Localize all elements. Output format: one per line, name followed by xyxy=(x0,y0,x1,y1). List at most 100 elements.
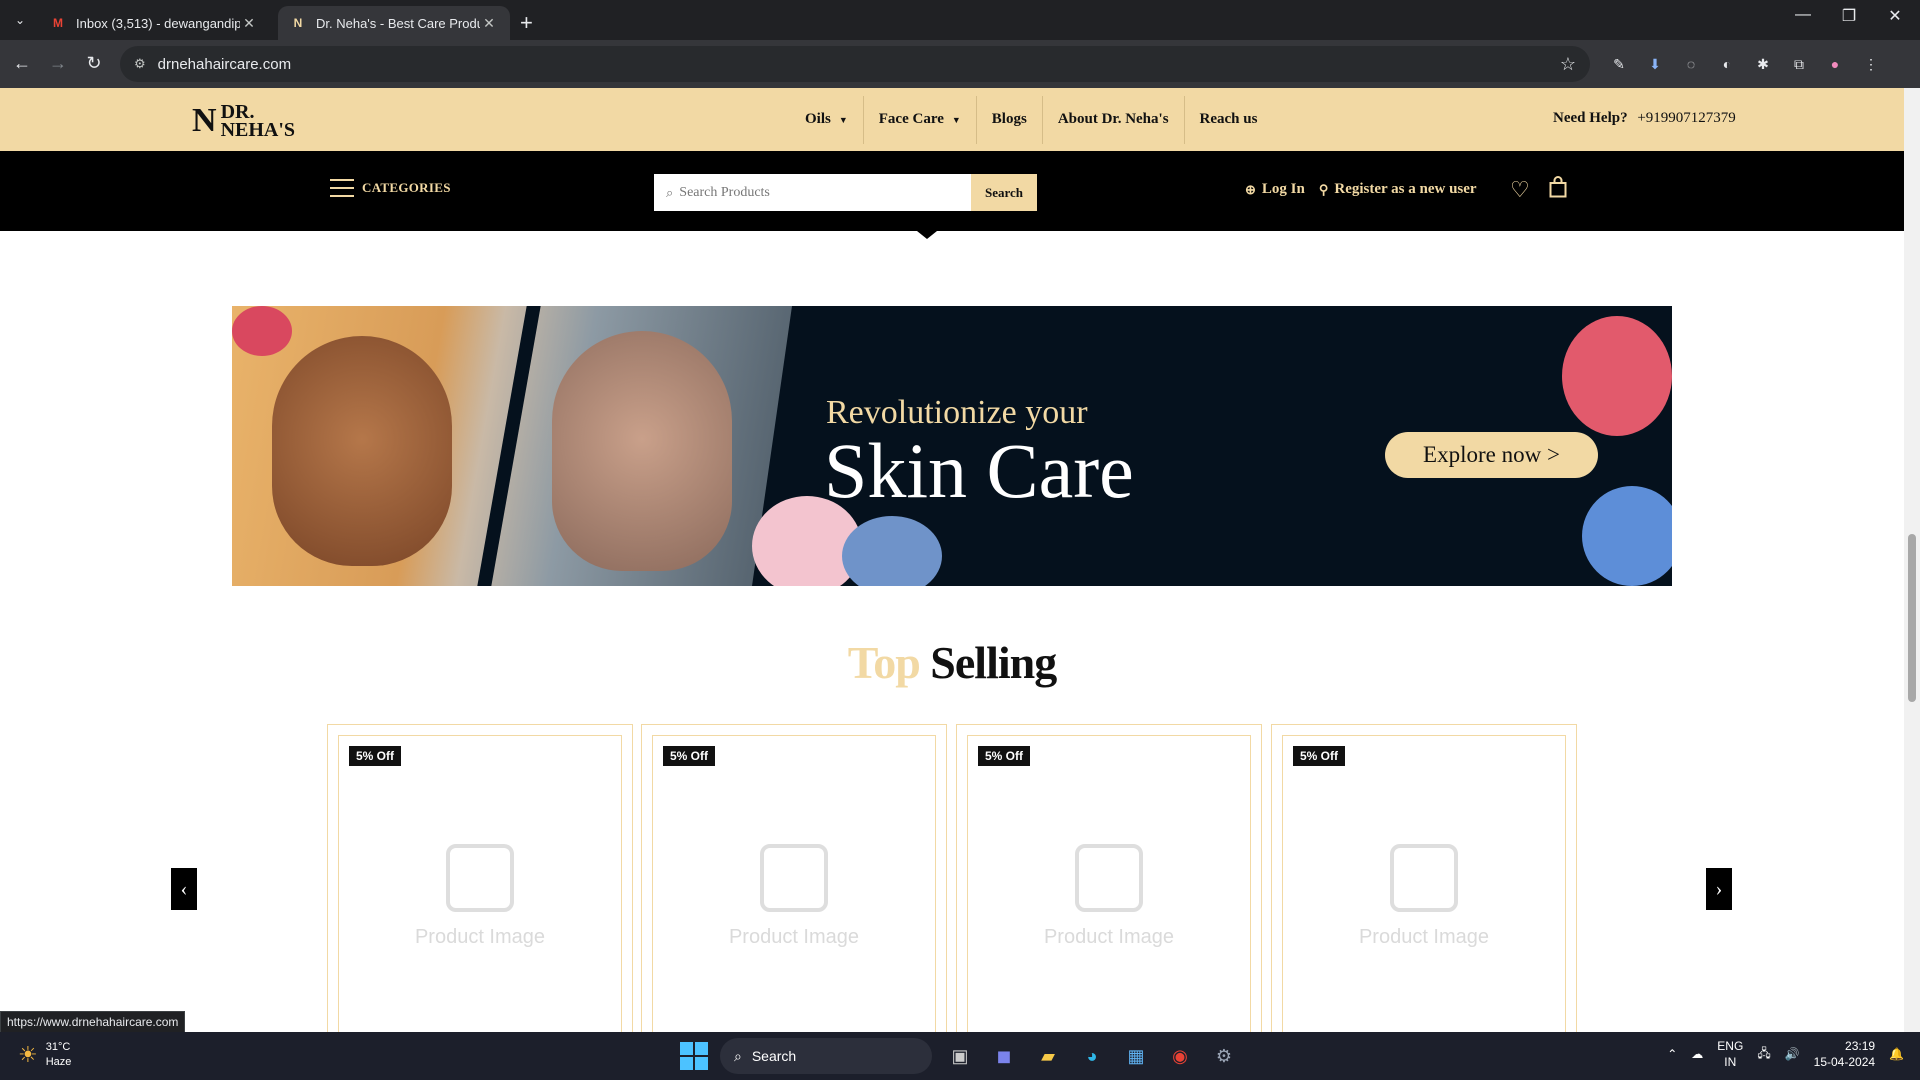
profile-avatar-icon[interactable]: ● xyxy=(1826,55,1844,73)
page-scrollbar[interactable] xyxy=(1904,88,1920,1032)
login-link[interactable]: Log In xyxy=(1262,181,1305,198)
volume-icon[interactable]: 🔊 xyxy=(1785,1047,1800,1061)
tray-overflow-icon[interactable]: ⌃ xyxy=(1667,1047,1677,1061)
menu-item-about[interactable]: About Dr. Neha's xyxy=(1043,95,1185,144)
forward-icon[interactable]: → xyxy=(46,53,70,74)
tab-search-dropdown-icon[interactable]: ⌄ xyxy=(8,8,32,32)
extensions-area: ✎ ⬇ ◌ ◐ ✱ ⧉ ● ⋮ xyxy=(1610,46,1880,82)
clock[interactable]: 23:19 15-04-2024 xyxy=(1814,1038,1875,1070)
menu-label: Blogs xyxy=(991,111,1027,127)
product-card[interactable]: 5% Off Product Image xyxy=(641,724,947,1032)
taskbar-search[interactable]: ⌕ Search xyxy=(720,1038,932,1074)
settings-icon[interactable]: ⚙ xyxy=(1208,1040,1240,1072)
edge-icon[interactable]: ◕ xyxy=(1076,1040,1108,1072)
weather-widget[interactable]: ☀ 31°C Haze xyxy=(18,1040,71,1070)
account-links: ⊕ Log In ⚲ Register as a new user xyxy=(1245,181,1477,198)
browser-tabbar: ⌄ M Inbox (3,513) - dewangandipen ✕ N Dr… xyxy=(0,0,1920,40)
menu-item-oils[interactable]: Oils ▼ xyxy=(790,95,864,144)
flower-decoration xyxy=(842,516,942,586)
reload-icon[interactable]: ↻ xyxy=(82,53,106,74)
search-button[interactable]: Search xyxy=(971,174,1037,211)
categories-button[interactable]: CATEGORIES xyxy=(330,179,451,197)
notification-bell-icon[interactable]: 🔔 xyxy=(1889,1047,1904,1061)
product-card[interactable]: 5% Off Product Image xyxy=(1271,724,1577,1032)
drneha-icon: N xyxy=(293,16,303,30)
teams-icon[interactable]: ◼ xyxy=(988,1040,1020,1072)
extension-icon[interactable]: ✱ xyxy=(1754,55,1772,73)
back-icon[interactable]: ← xyxy=(10,53,34,74)
product-image-placeholder: Product Image xyxy=(1283,844,1565,949)
network-icon[interactable]: 🖧 xyxy=(1757,1044,1770,1065)
taskbar-search-label: Search xyxy=(751,1048,797,1064)
menu-label: Reach us xyxy=(1199,111,1258,127)
extension-icon[interactable]: ◐ xyxy=(1718,55,1736,73)
onedrive-cloud-icon[interactable]: ☁ xyxy=(1691,1047,1703,1061)
task-view-icon[interactable]: ▣ xyxy=(944,1040,976,1072)
menu-label: Oils xyxy=(805,111,831,127)
window-close-icon[interactable]: ✕ xyxy=(1872,6,1918,26)
extension-icon[interactable]: ◌ xyxy=(1682,55,1700,73)
download-icon[interactable]: ⬇ xyxy=(1646,55,1664,73)
discount-badge: 5% Off xyxy=(1293,746,1346,766)
tab-gmail[interactable]: M Inbox (3,513) - dewangandipen ✕ xyxy=(38,6,270,40)
product-image-placeholder: Product Image xyxy=(968,844,1250,949)
discount-badge: 5% Off xyxy=(663,746,716,766)
search-placeholder: Search Products xyxy=(679,184,770,200)
carousel-next-button[interactable]: › xyxy=(1706,868,1732,910)
menu-item-face-care[interactable]: Face Care ▼ xyxy=(864,95,977,144)
language-code: ENG xyxy=(1717,1039,1744,1053)
heading-accent: Top xyxy=(847,637,921,688)
chrome-icon[interactable]: ◉ xyxy=(1164,1040,1196,1072)
file-explorer-icon[interactable]: ▰ xyxy=(1032,1040,1064,1072)
product-image-text: Product Image xyxy=(1043,926,1175,948)
wishlist-heart-icon[interactable]: ♡ xyxy=(1510,177,1530,203)
chevron-left-icon: ‹ xyxy=(180,877,188,900)
section-heading: Top Selling xyxy=(0,636,1904,689)
product-card[interactable]: 5% Off Product Image xyxy=(327,724,633,1032)
image-placeholder-icon xyxy=(760,844,828,912)
language-indicator[interactable]: ENG IN xyxy=(1717,1038,1743,1070)
product-image-text: Product Image xyxy=(728,926,860,948)
address-text: drnehahaircare.com xyxy=(157,55,292,73)
menu-kebab-icon[interactable]: ⋮ xyxy=(1862,55,1880,73)
site-info-icon[interactable]: ⚙ xyxy=(134,56,146,72)
eyedropper-icon[interactable]: ✎ xyxy=(1610,55,1628,73)
tab-drneha[interactable]: N Dr. Neha's - Best Care Products ✕ xyxy=(278,6,510,40)
help-contact[interactable]: Need Help? +919907127379 xyxy=(1553,110,1736,127)
hero-banner[interactable]: Revolutionize your Skin Care Explore now… xyxy=(232,306,1672,586)
menu-label: About Dr. Neha's xyxy=(1057,111,1169,127)
main-menu: Oils ▼ Face Care ▼ Blogs About Dr. Neha'… xyxy=(790,88,1272,151)
flower-decoration xyxy=(1582,486,1672,586)
windows-start-icon[interactable] xyxy=(680,1042,708,1070)
store-icon[interactable]: ▦ xyxy=(1120,1040,1152,1072)
product-card[interactable]: 5% Off Product Image xyxy=(956,724,1262,1032)
carousel-prev-button[interactable]: ‹ xyxy=(171,868,197,910)
site-logo[interactable]: N DR. NEHA'S xyxy=(192,102,295,140)
shopping-bag-icon[interactable] xyxy=(1549,176,1567,198)
browser-toolbar: ← → ↻ ⚙ drnehahaircare.com ☆ ✎ ⬇ ◌ ◐ ✱ ⧉… xyxy=(0,40,1920,88)
clock-time: 23:19 xyxy=(1845,1039,1876,1053)
new-tab-icon[interactable]: + xyxy=(520,10,533,36)
register-link[interactable]: Register as a new user xyxy=(1334,181,1476,198)
close-icon[interactable]: ✕ xyxy=(240,15,258,32)
dropdown-pointer xyxy=(917,231,937,239)
temperature: 31°C xyxy=(45,1041,71,1053)
bookmark-star-icon[interactable]: ☆ xyxy=(1560,54,1576,75)
explore-now-button[interactable]: Explore now > xyxy=(1385,432,1598,478)
banner-woman-face xyxy=(272,336,452,566)
minimize-icon[interactable]: — xyxy=(1780,6,1826,24)
product-image-placeholder: Product Image xyxy=(339,844,621,949)
extensions-puzzle-icon[interactable]: ⧉ xyxy=(1790,55,1808,73)
tab-title: Inbox (3,513) - dewangandipen xyxy=(76,15,240,31)
flower-decoration xyxy=(1562,316,1672,436)
close-icon[interactable]: ✕ xyxy=(480,15,498,32)
image-placeholder-icon xyxy=(1390,844,1458,912)
menu-item-blogs[interactable]: Blogs xyxy=(977,95,1043,144)
address-bar[interactable]: ⚙ drnehahaircare.com ☆ xyxy=(120,46,1590,82)
chevron-right-icon: › xyxy=(1715,877,1723,900)
menu-item-reach-us[interactable]: Reach us xyxy=(1185,96,1273,144)
clock-date: 15-04-2024 xyxy=(1813,1055,1876,1069)
restore-icon[interactable]: ❐ xyxy=(1826,6,1872,26)
search-input[interactable]: ⌕ Search Products xyxy=(654,174,971,211)
scrollbar-thumb[interactable] xyxy=(1908,534,1916,702)
